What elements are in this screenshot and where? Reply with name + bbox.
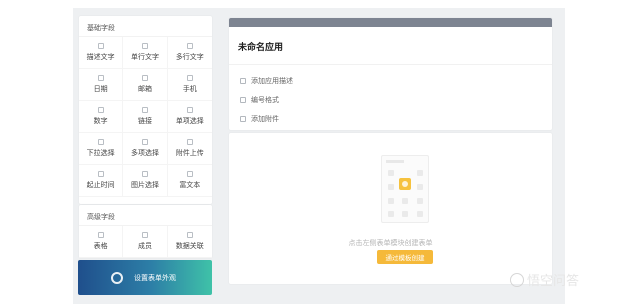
illustration-cell [402,211,408,217]
field-type-icon [186,232,193,238]
add-description-label: 添加应用描述 [251,76,293,85]
field-type-icon [186,43,193,49]
basic-field-item[interactable]: 起止时间 [79,165,124,197]
watermark: 悟空问答 [510,270,579,289]
field-type-label: 链接 [137,117,152,125]
app-card: 未命名应用 添加应用描述 编号格式 添加附件 [229,18,552,130]
illustration-cell [388,184,394,190]
field-type-label: 手机 [182,85,197,93]
field-type-label: 图片选择 [130,181,159,189]
form-appearance-button[interactable]: 设置表单外观 [78,260,212,295]
field-type-icon [186,171,193,177]
field-type-label: 单行文字 [130,53,159,61]
illustration-cell [388,198,394,204]
form-canvas: 点击左侧表单模块创建表单 通过模板创建 [229,133,552,284]
illustration-cell [402,198,408,204]
form-template-illustration [381,155,429,223]
field-type-icon [97,171,104,177]
wukong-logo-icon [510,272,524,287]
watermark-text: 悟空问答 [527,274,580,289]
field-type-label: 成员 [137,242,152,250]
field-type-icon [141,107,148,113]
illustration-cell [388,211,394,217]
palette-icon [111,272,123,284]
basic-field-item[interactable]: 链接 [123,101,168,133]
advanced-field-item[interactable]: 成员 [123,226,168,258]
field-type-label: 单项选择 [175,117,204,125]
basic-field-item[interactable]: 日期 [79,69,124,101]
illustration-header [386,160,404,163]
field-type-label: 邮箱 [137,85,152,93]
illustration-cell [417,170,423,176]
field-type-label: 下拉选择 [86,149,115,157]
field-type-label: 描述文字 [86,53,115,61]
field-type-icon [97,232,104,238]
basic-field-item[interactable]: 下拉选择 [79,133,124,165]
field-type-icon [141,43,148,49]
basic-field-item[interactable]: 多行文字 [167,37,212,69]
add-attachment-label: 添加附件 [251,114,279,123]
illustration-cell [417,211,423,217]
field-type-icon [186,75,193,81]
field-type-label: 数据关联 [175,242,204,250]
advanced-field-item[interactable]: 数据关联 [167,226,212,258]
basic-fields-grid: 描述文字 单行文字 多行文字日期 邮箱 手机数字 链接 单项选择下拉选择 多项选择 附件上传起止… [79,36,212,197]
basic-field-item[interactable]: 附件上传 [167,133,212,165]
field-type-icon [97,43,104,49]
add-attachment-link[interactable]: 添加附件 [229,109,552,128]
field-type-icon [141,171,148,177]
illustration-highlight-icon [399,178,411,190]
basic-fields-title: 基础字段 [87,24,115,32]
basic-field-item[interactable]: 富文本 [167,165,212,197]
file-icon [240,115,246,122]
number-format-label: 编号格式 [251,95,279,104]
advanced-fields-grid: 表格 成员 数据关联 [79,225,212,258]
add-description-link[interactable]: 添加应用描述 [229,71,552,90]
field-type-label: 数字 [93,117,108,125]
number-format-link[interactable]: 编号格式 [229,90,552,109]
field-type-icon [141,75,148,81]
illustration-cell [388,170,394,176]
basic-fields-panel: 基础字段 描述文字 单行文字 多行文字日期 邮箱 手机数字 链接 单项选择下拉选择 多项选择 附… [79,16,212,204]
field-type-icon [186,139,193,145]
field-type-icon [141,232,148,238]
builder-canvas: 基础字段 描述文字 单行文字 多行文字日期 邮箱 手机数字 链接 单项选择下拉选择 多项选择 附… [73,8,565,304]
field-type-icon [97,139,104,145]
advanced-field-item[interactable]: 表格 [79,226,124,258]
app-title[interactable]: 未命名应用 [229,27,552,65]
basic-field-item[interactable]: 图片选择 [123,165,168,197]
field-type-label: 日期 [93,85,108,93]
basic-field-item[interactable]: 单项选择 [167,101,212,133]
illustration-cell [417,184,423,190]
field-type-label: 表格 [93,242,108,250]
basic-field-item[interactable]: 多项选择 [123,133,168,165]
form-appearance-label: 设置表单外观 [134,274,176,282]
basic-field-item[interactable]: 邮箱 [123,69,168,101]
field-type-label: 附件上传 [175,149,204,157]
basic-field-item[interactable]: 手机 [167,69,212,101]
basic-field-item[interactable]: 数字 [79,101,124,133]
field-type-icon [186,107,193,113]
advanced-fields-title: 高级字段 [87,213,115,221]
basic-field-item[interactable]: 描述文字 [79,37,124,69]
field-type-label: 多行文字 [175,53,204,61]
app-card-topbar [229,18,552,27]
empty-form-hint: 点击左侧表单模块创建表单 [348,239,433,247]
field-type-icon [97,75,104,81]
field-type-icon [97,107,104,113]
basic-field-item[interactable]: 单行文字 [123,37,168,69]
image-icon [240,96,246,103]
illustration-cell [417,198,423,204]
field-type-icon [141,139,148,145]
create-from-template-button[interactable]: 通过模板创建 [377,250,433,264]
field-type-label: 多项选择 [130,149,159,157]
comment-icon [240,77,246,84]
field-type-label: 起止时间 [86,181,115,189]
field-type-label: 富文本 [179,181,201,189]
advanced-fields-panel: 高级字段 表格 成员 数据关联 [79,205,212,258]
